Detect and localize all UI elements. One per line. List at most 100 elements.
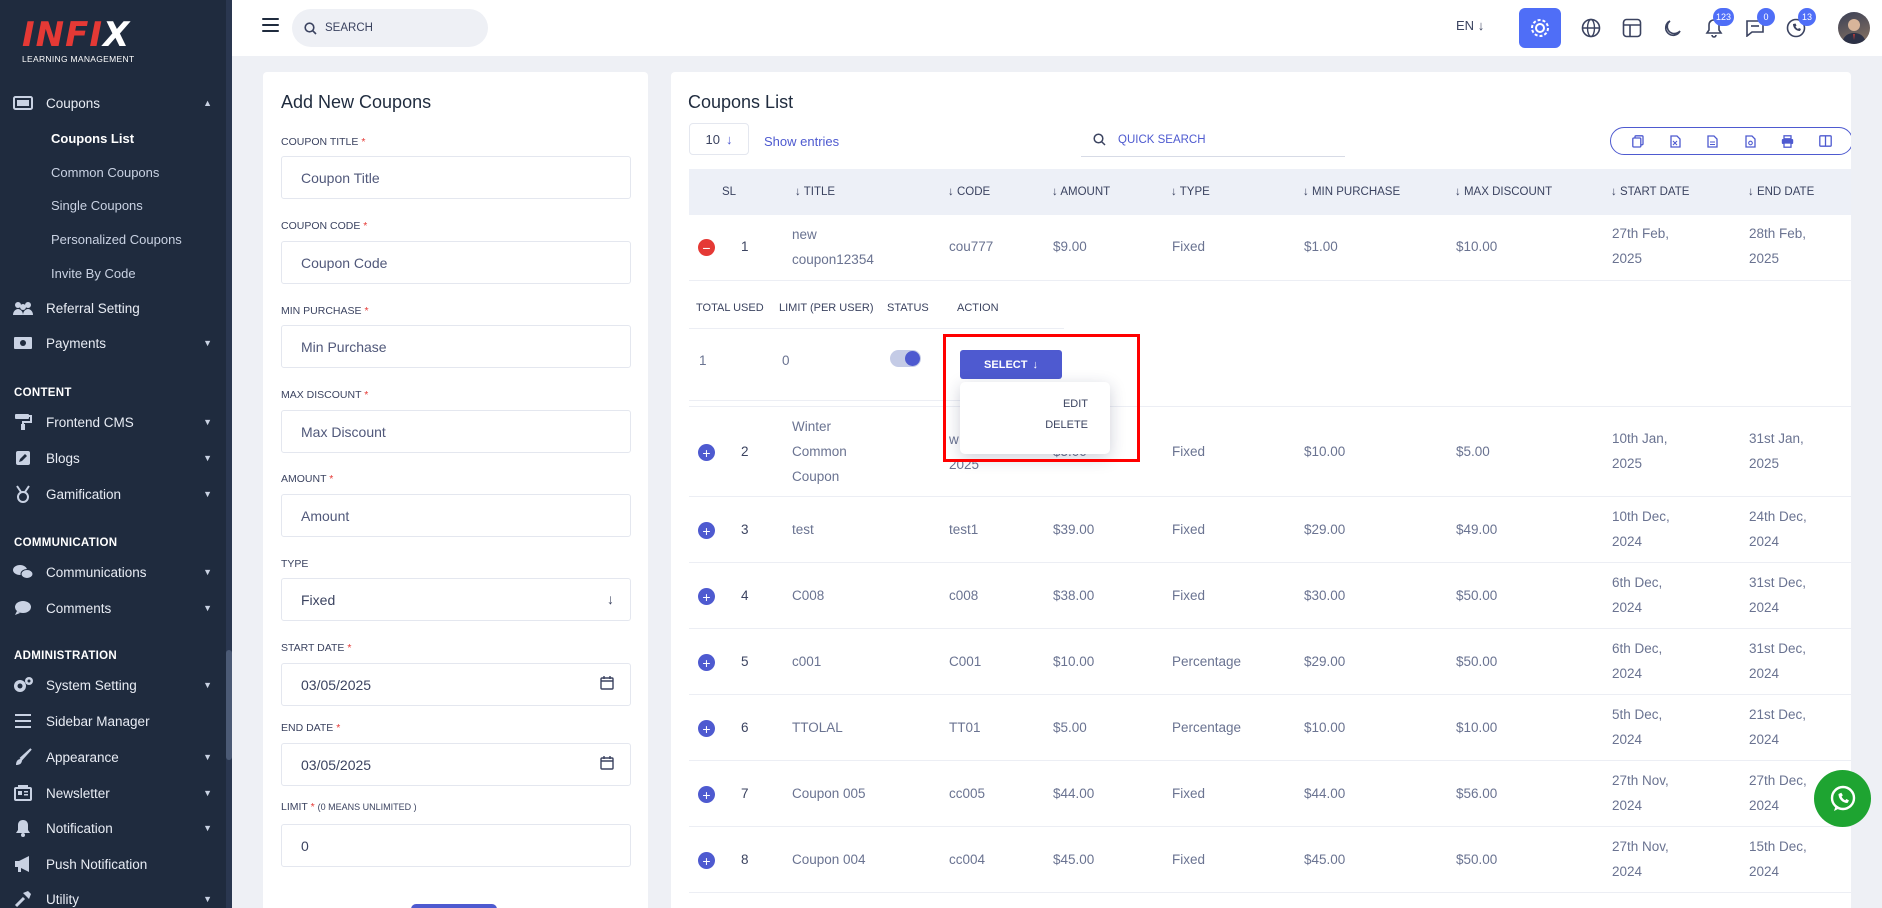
expand-row-icon[interactable]: + (698, 444, 715, 461)
sidebar-item-referral-setting[interactable]: Referral Setting (12, 293, 220, 323)
cell-sl: 4 (741, 588, 749, 603)
sidebar-item-blogs[interactable]: Blogs ▼ (12, 443, 220, 473)
language-selector[interactable]: EN ↓ (1456, 18, 1484, 33)
min-purchase-field[interactable]: Min Purchase (281, 325, 631, 368)
arrow-down-icon: ↓ (1477, 18, 1485, 33)
quick-search-input[interactable] (1118, 133, 1272, 146)
global-search[interactable] (292, 9, 488, 47)
collapse-row-icon[interactable]: − (698, 239, 715, 256)
sidebar-item-comments[interactable]: Comments ▼ (12, 593, 220, 623)
entries-select[interactable]: 10 ↓ (689, 123, 749, 155)
column-header-amount[interactable]: ↓ AMOUNT (1052, 186, 1110, 198)
print-icon[interactable] (1778, 131, 1798, 151)
whatsapp-chat-button[interactable] (1814, 770, 1871, 827)
expand-row-icon[interactable]: + (698, 720, 715, 737)
message-icon[interactable]: 0 (1741, 8, 1775, 42)
coupon-title-field[interactable]: Coupon Title (281, 156, 631, 199)
megaphone-icon (12, 855, 34, 873)
expand-row-icon[interactable]: + (698, 852, 715, 869)
cell-code: cou777 (949, 239, 994, 254)
type-select[interactable]: Fixed ↓ (281, 578, 631, 621)
column-header-code[interactable]: ↓ CODE (948, 186, 990, 198)
phone-chat-icon[interactable]: 13 (1782, 8, 1816, 42)
paint-roller-icon (12, 413, 34, 431)
copy-icon[interactable] (1628, 131, 1648, 151)
columns-icon[interactable] (1815, 131, 1835, 151)
menu-toggle-icon[interactable] (262, 18, 279, 32)
coupon-title-label: COUPON TITLE * (281, 136, 366, 148)
chevron-down-icon: ▼ (203, 489, 212, 499)
excel-file-icon[interactable] (1665, 131, 1685, 151)
sidebar-item-frontend-cms[interactable]: Frontend CMS ▼ (12, 407, 220, 437)
cell-type: Percentage (1172, 720, 1242, 735)
layout-icon[interactable] (1618, 14, 1646, 42)
logo[interactable]: INFIX LEARNING MANAGEMENT (22, 18, 142, 66)
cell-max-discount: $10.00 (1456, 239, 1498, 254)
calendar-icon[interactable] (600, 676, 614, 693)
moon-icon[interactable] (1659, 14, 1687, 42)
cell-code: test1 (949, 522, 979, 537)
sidebar-item-coupons[interactable]: Coupons ▲ (12, 88, 220, 118)
expand-row-icon[interactable]: + (698, 786, 715, 803)
limit-field[interactable]: 0 (281, 824, 631, 867)
column-header-title[interactable]: ↓ TITLE (795, 186, 835, 198)
start-date-field[interactable]: 03/05/2025 (281, 663, 631, 706)
sidebar-item-notification[interactable]: Notification ▼ (12, 813, 220, 843)
expand-row-icon[interactable]: + (698, 522, 715, 539)
sidebar-subitem-personalized-coupons[interactable]: Personalized Coupons (51, 227, 182, 251)
user-avatar[interactable] (1838, 12, 1870, 44)
coupon-code-field[interactable]: Coupon Code (281, 241, 631, 284)
sidebar-item-newsletter[interactable]: Newsletter ▼ (12, 778, 220, 808)
amount-field[interactable]: Amount (281, 494, 631, 537)
cell-code: cc005 (949, 786, 986, 801)
csv-file-icon[interactable] (1703, 131, 1723, 151)
row-divider (689, 826, 1851, 827)
search-input[interactable] (325, 22, 475, 34)
column-header-start-date[interactable]: ↓ START DATE (1611, 186, 1689, 198)
column-header-max-discount[interactable]: ↓ MAX DISCOUNT (1455, 186, 1552, 198)
sidebar-item-payments[interactable]: Payments ▼ (12, 328, 220, 358)
status-toggle[interactable] (890, 350, 921, 367)
top-header: EN ↓ 123 0 13 (232, 0, 1882, 56)
sidebar-subitem-invite-by-code[interactable]: Invite By Code (51, 261, 136, 285)
list-title: Coupons List (688, 92, 794, 112)
child-header-status: STATUS (887, 302, 929, 314)
sidebar-subitem-common-coupons[interactable]: Common Coupons (51, 160, 159, 184)
cell-title: C008 (792, 588, 825, 603)
globe-icon[interactable] (1577, 14, 1605, 42)
sidebar-item-system-setting[interactable]: System Setting ▼ (12, 670, 220, 700)
column-header-type[interactable]: ↓ TYPE (1171, 186, 1210, 198)
sidebar-subitem-coupons-list[interactable]: Coupons List (51, 126, 134, 150)
sidebar-item-appearance[interactable]: Appearance ▼ (12, 742, 220, 772)
logo-text-white: X (102, 15, 131, 55)
sidebar-item-gamification[interactable]: Gamification ▼ (12, 479, 220, 509)
max-discount-field[interactable]: Max Discount (281, 410, 631, 453)
sidebar-item-label: Gamification (46, 486, 122, 502)
sidebar-scrollbar[interactable] (226, 0, 232, 908)
sidebar-item-utility[interactable]: Utility ▼ (12, 884, 220, 908)
quick-search[interactable] (1081, 123, 1345, 157)
sidebar-subitem-single-coupons[interactable]: Single Coupons (51, 193, 143, 217)
end-date-field[interactable]: 03/05/2025 (281, 743, 631, 786)
column-header-min-purchase[interactable]: ↓ MIN PURCHASE (1303, 186, 1400, 198)
sidebar-item-communications[interactable]: Communications ▼ (12, 557, 220, 587)
bars-icon (12, 712, 34, 730)
column-header-end-date[interactable]: ↓ END DATE (1748, 186, 1814, 198)
expand-row-icon[interactable]: + (698, 588, 715, 605)
expand-row-icon[interactable]: + (698, 654, 715, 671)
sidebar-item-sidebar-manager[interactable]: Sidebar Manager (12, 706, 220, 736)
max-discount-placeholder: Max Discount (301, 423, 386, 440)
logo-mark: INFIX (22, 18, 142, 52)
sidebar-scrollbar-thumb[interactable] (226, 650, 232, 760)
calendar-icon[interactable] (600, 756, 614, 773)
column-header-sl[interactable]: SL (722, 186, 736, 198)
sidebar-item-label: Appearance (46, 749, 119, 765)
pdf-file-icon[interactable] (1740, 131, 1760, 151)
arrow-down-icon: ↓ (1748, 186, 1754, 198)
cell-start-date: 6th Dec, 2024 (1612, 641, 1663, 681)
save-coupon-button[interactable] (411, 904, 497, 908)
settings-chip-icon[interactable] (1519, 8, 1561, 48)
cell-end-date: 15th Dec, 2024 (1749, 839, 1807, 879)
bell-icon[interactable]: 123 (1700, 8, 1734, 42)
sidebar-item-push-notification[interactable]: Push Notification (12, 849, 220, 879)
